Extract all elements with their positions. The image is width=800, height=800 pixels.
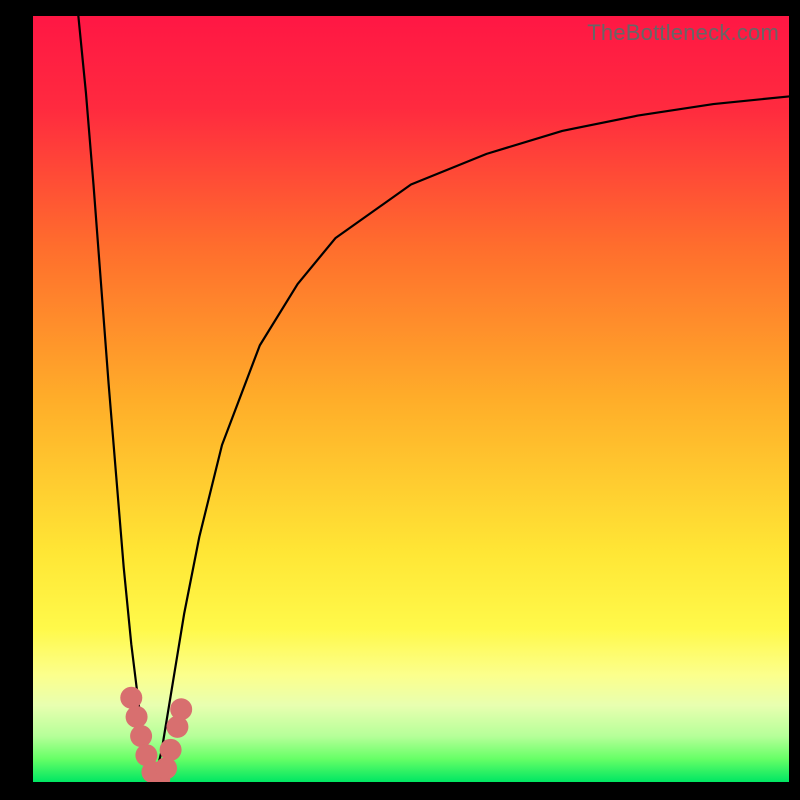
chart-frame: TheBottleneck.com <box>0 0 800 800</box>
dip-marker <box>120 687 142 709</box>
dip-marker <box>130 725 152 747</box>
dip-marker <box>160 739 182 761</box>
dip-marker <box>170 698 192 720</box>
dip-marker <box>126 706 148 728</box>
watermark-text: TheBottleneck.com <box>587 20 779 46</box>
curve-right-branch <box>154 96 789 782</box>
dip-marker <box>155 757 177 779</box>
chart-svg <box>33 16 789 782</box>
plot-area: TheBottleneck.com <box>33 16 789 782</box>
curve-left-branch <box>78 16 154 782</box>
dip-marker-cluster <box>120 687 192 782</box>
